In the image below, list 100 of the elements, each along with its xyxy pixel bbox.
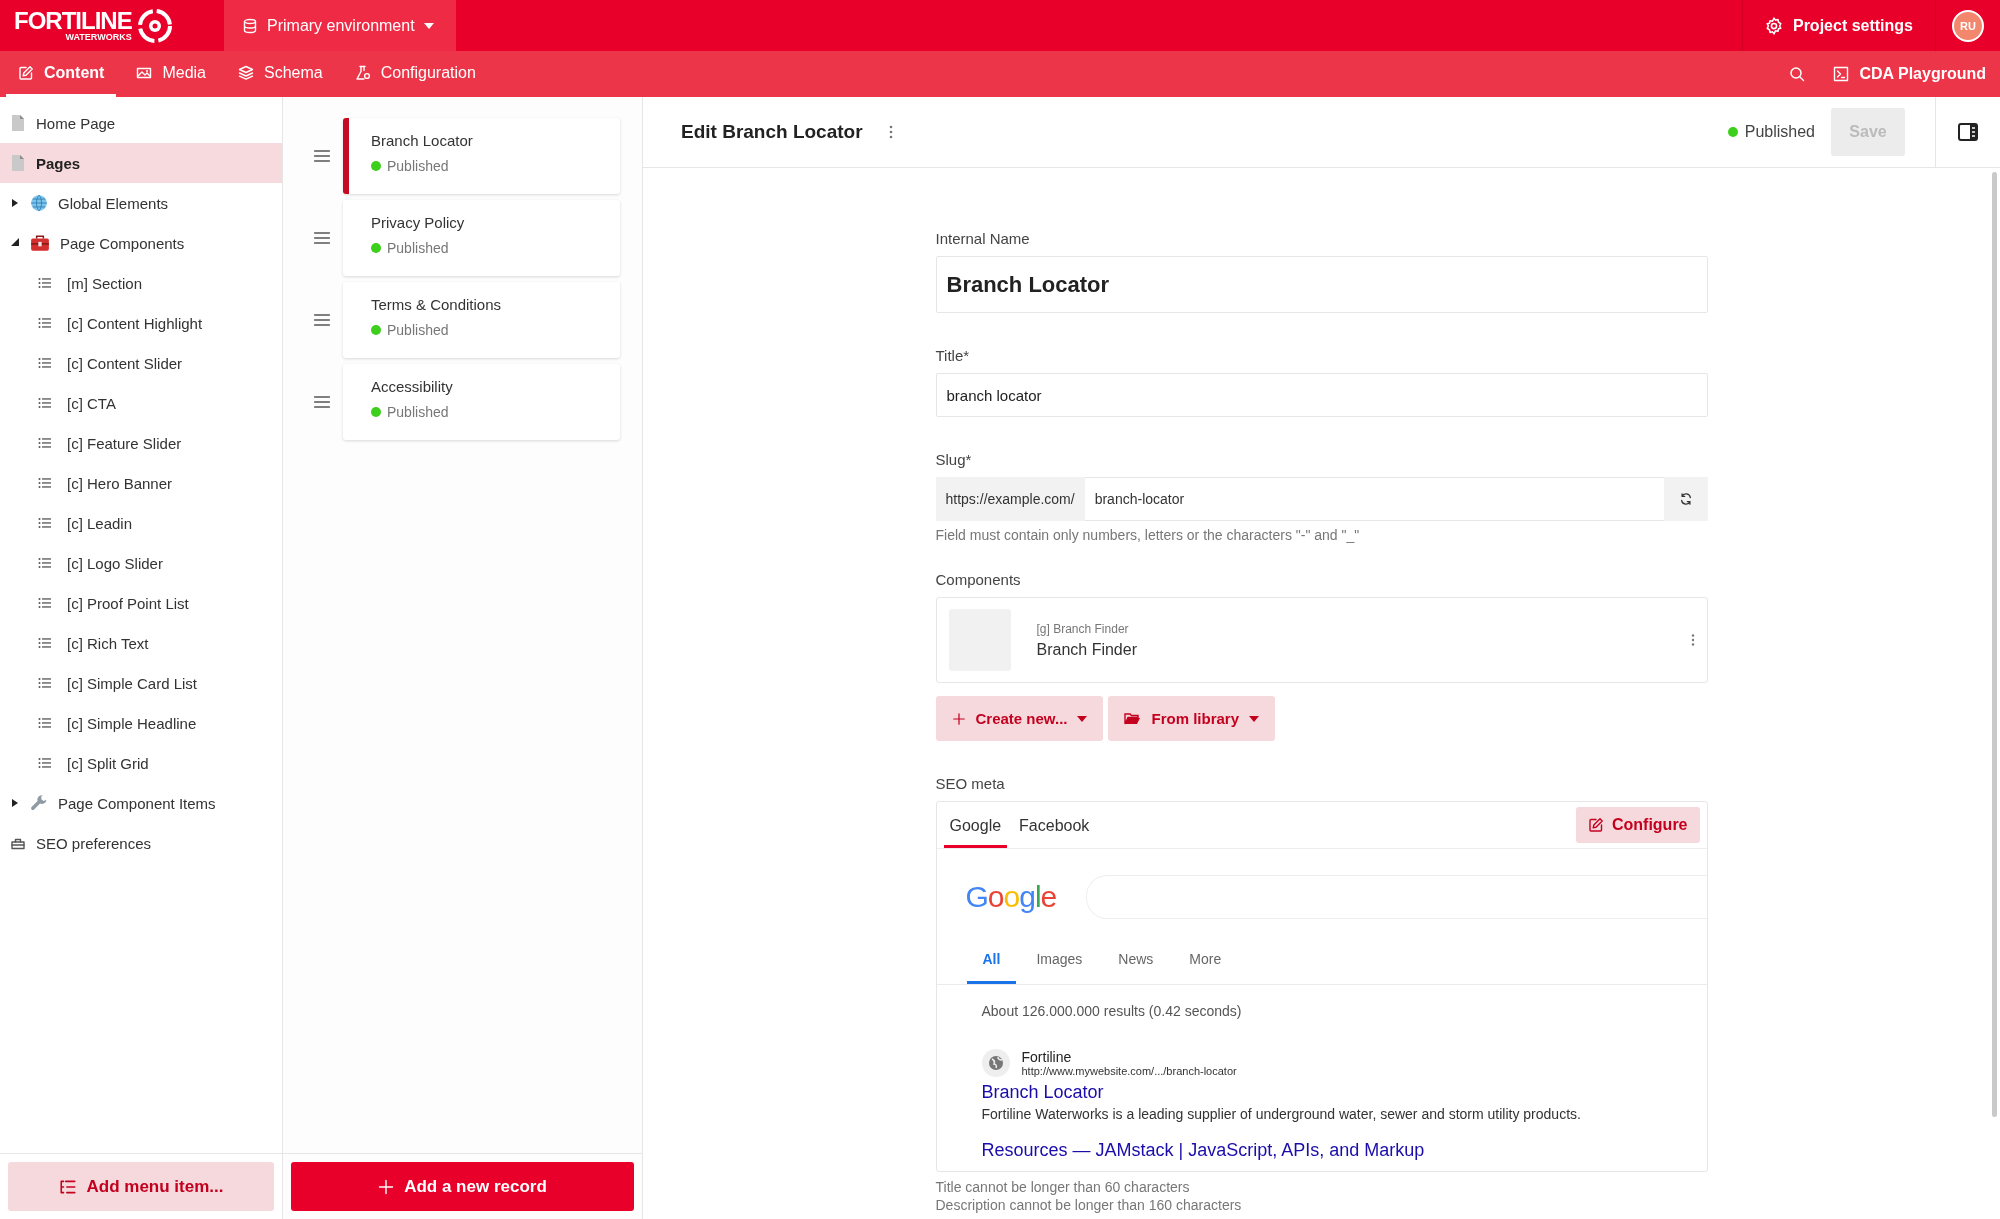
sidebar-item[interactable]: [c] Content Slider <box>0 343 282 383</box>
sidebar-item[interactable]: [c] Simple Headline <box>0 703 282 743</box>
add-menu-item-button[interactable]: Add menu item... <box>8 1162 274 1211</box>
sidebar-item[interactable]: Pages <box>0 143 282 183</box>
sidebar-item[interactable]: [c] Logo Slider <box>0 543 282 583</box>
search-tab[interactable]: News <box>1102 945 1170 984</box>
sidebar-item-label: [c] Simple Headline <box>67 714 197 732</box>
caret-icon <box>1077 715 1088 722</box>
internal-name-field[interactable]: Branch Locator <box>935 256 1708 313</box>
caret-icon[interactable] <box>10 198 20 208</box>
settings-icon <box>1764 16 1783 35</box>
caret-icon[interactable] <box>10 238 20 248</box>
brand-name: FORTILINE <box>14 9 132 33</box>
record-title: Branch Locator <box>371 132 474 149</box>
component-card[interactable]: [g] Branch Finder Branch Finder <box>935 597 1708 683</box>
record-title: Accessibility <box>371 378 454 395</box>
record-status: Published <box>387 158 449 174</box>
sidebar-item-label: Pages <box>36 154 81 172</box>
nav-tab[interactable]: Schema <box>226 51 335 97</box>
list-icon <box>37 595 53 611</box>
sidebar-item[interactable]: Home Page <box>0 103 282 143</box>
sidebar-item-label: [c] Split Grid <box>67 754 149 772</box>
sidebar-item-label: [c] Content Highlight <box>67 314 203 332</box>
field-hint: Title cannot be longer than 60 characters <box>935 1178 1191 1196</box>
wrench-icon <box>30 794 48 812</box>
sidebar-item[interactable]: [c] Content Highlight <box>0 303 282 343</box>
globe-icon <box>981 1049 1010 1077</box>
sidebar-item-label: [c] CTA <box>67 394 116 412</box>
brand-subtitle: WATERWORKS <box>65 33 132 42</box>
field-hint: Description cannot be longer than 160 characters <box>935 1196 1243 1214</box>
sidebar-item[interactable]: [c] CTA <box>0 383 282 423</box>
search-engine-logo: Google <box>965 880 1057 914</box>
sidebar-item[interactable]: [c] Proof Point List <box>0 583 282 623</box>
list-icon <box>37 515 53 531</box>
sidebar-item[interactable]: Page Components <box>0 223 282 263</box>
result-description: Fortiline Waterworks is a leading supplier of underground water, sewer and storm utility products. <box>981 1106 1582 1122</box>
seo-tab[interactable]: Facebook <box>1013 802 1096 848</box>
side-panel-icon[interactable] <box>1958 123 1978 141</box>
seo-tab[interactable]: Google <box>943 802 1008 848</box>
caret-icon[interactable] <box>10 798 20 808</box>
sidebar-item[interactable]: Page Component Items <box>0 783 282 823</box>
sidebar-item[interactable]: SEO preferences <box>0 823 282 863</box>
drag-handle-icon <box>313 311 331 329</box>
component-type: [g] Branch Finder <box>1036 621 1130 636</box>
list-icon <box>37 475 53 491</box>
sidebar-item-label: [c] Logo Slider <box>67 554 163 572</box>
status-dot <box>371 243 381 253</box>
editor-title: Edit Branch Locator <box>681 121 863 143</box>
more-options-icon[interactable] <box>1690 634 1695 646</box>
search-icon <box>1789 66 1806 82</box>
refresh-button[interactable] <box>1663 477 1708 521</box>
field-label: Internal Name <box>935 230 1031 247</box>
field-hint: Field must contain only numbers, letters or the characters "-" and "_" <box>935 527 1361 543</box>
search-tab[interactable]: Images <box>1020 945 1099 984</box>
nav-tab[interactable]: Content <box>6 51 117 97</box>
list-icon <box>37 355 53 371</box>
list-icon <box>37 395 53 411</box>
field-label: SEO meta <box>935 775 1006 792</box>
sidebar-item[interactable]: [c] Simple Card List <box>0 663 282 703</box>
sidebar-item[interactable]: Global Elements <box>0 183 282 223</box>
more-options-icon[interactable] <box>888 125 893 139</box>
title-field[interactable]: branch locator <box>935 373 1708 417</box>
record-status: Published <box>387 240 449 256</box>
record-status: Published <box>387 404 449 420</box>
sidebar-item[interactable]: [c] Feature Slider <box>0 423 282 463</box>
from-library-button[interactable]: From library <box>1108 696 1275 741</box>
document-icon <box>10 114 26 132</box>
sidebar-item[interactable]: [m] Section <box>0 263 282 303</box>
list-icon <box>37 715 53 731</box>
caret-icon <box>1249 715 1259 722</box>
globe-icon <box>30 194 48 212</box>
cda-playground-button[interactable]: CDA Playground <box>1819 51 2000 97</box>
slug-field[interactable]: branch-locator <box>1084 477 1664 521</box>
scrollbar[interactable] <box>1992 172 1997 1117</box>
sidebar-item[interactable]: [c] Rich Text <box>0 623 282 663</box>
result-title: Resources — JAMstack | JavaScript, APIs, and Markup <box>981 1140 1426 1161</box>
create-new-button[interactable]: Create new... <box>935 696 1104 741</box>
nav-tab[interactable]: Media <box>124 51 218 97</box>
sidebar-item[interactable]: [c] Hero Banner <box>0 463 282 503</box>
search-tab[interactable]: All <box>966 945 1017 984</box>
sidebar-item[interactable]: [c] Leadin <box>0 503 282 543</box>
list-icon <box>37 755 53 771</box>
drag-handle-icon <box>313 229 331 247</box>
terminal-icon <box>1833 66 1850 82</box>
add-record-button[interactable]: Add a new record <box>291 1162 634 1211</box>
environment-dropdown[interactable]: Primary environment <box>224 0 456 51</box>
sidebar-item-label: [c] Feature Slider <box>67 434 182 452</box>
nav-tab[interactable]: Configuration <box>342 51 488 97</box>
status-dot <box>371 325 381 335</box>
configure-button[interactable]: Configure <box>1575 807 1700 843</box>
layers-icon <box>238 64 254 81</box>
caret-icon <box>423 22 434 29</box>
status-dot <box>371 161 381 171</box>
field-label: Slug* <box>935 451 973 468</box>
record-status: Published <box>387 322 449 338</box>
sidebar-item-label: [c] Leadin <box>67 514 133 532</box>
publish-status: Published <box>1744 123 1815 141</box>
sidebar-item[interactable]: [c] Split Grid <box>0 743 282 783</box>
record-card[interactable]: Branch Locator Published <box>343 118 620 194</box>
search-tab[interactable]: More <box>1173 945 1238 984</box>
